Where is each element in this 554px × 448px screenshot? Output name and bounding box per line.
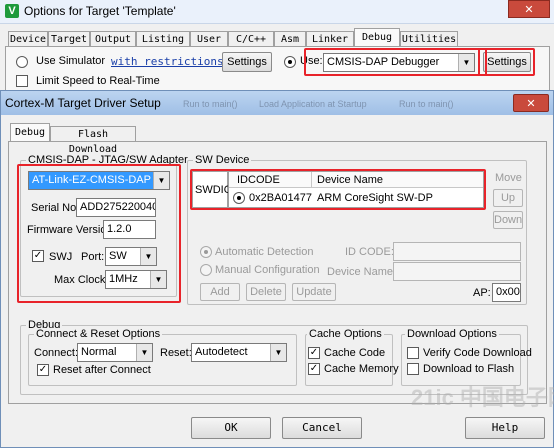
faded-tab-run-to-main: Run to main() [183, 99, 238, 109]
sw-device-group-title: SW Device [193, 154, 252, 166]
close-icon: ✕ [524, 4, 534, 16]
download-to-flash-label: Download to Flash [423, 363, 515, 375]
tab-device[interactable]: Device [8, 31, 48, 46]
move-label: Move [495, 172, 522, 184]
device-name-field[interactable] [393, 262, 521, 281]
limit-speed-checkbox[interactable] [16, 75, 28, 87]
cancel-button[interactable]: Cancel [282, 417, 362, 439]
help-button[interactable]: Help [465, 417, 545, 439]
download-options-group-title: Download Options [405, 328, 499, 340]
inner-titlebar: Cortex-M Target Driver Setup Run to main… [1, 91, 553, 115]
reset-select[interactable]: Autodetect ▼ [191, 343, 287, 362]
tab-asm[interactable]: Asm [274, 31, 306, 46]
inner-tab-debug[interactable]: Debug [10, 123, 50, 142]
tab-c-cpp[interactable]: C/C++ [228, 31, 274, 46]
faded-tab-run-to-main-2: Run to main() [399, 99, 454, 109]
tab-output[interactable]: Output [90, 31, 136, 46]
add-button[interactable]: Add [200, 283, 240, 301]
use-debugger-radio[interactable] [284, 56, 296, 68]
tab-debug[interactable]: Debug [354, 28, 400, 46]
manual-configuration-radio[interactable] [200, 264, 212, 276]
watermark-logo: 21ic 中国电子网 [411, 385, 554, 410]
cache-options-group-title: Cache Options [307, 328, 384, 340]
tab-utilities[interactable]: Utilities [400, 31, 458, 46]
connect-select-value: Normal [81, 346, 117, 358]
with-restrictions-link[interactable]: with restrictions [111, 55, 224, 68]
reset-select-value: Autodetect [195, 346, 248, 358]
adapter-highlight-box [17, 164, 181, 303]
connect-reset-group-title: Connect & Reset Options [34, 328, 163, 340]
connect-select[interactable]: Normal ▼ [77, 343, 153, 362]
reset-after-connect-label: Reset after Connect [53, 364, 151, 376]
tab-listing[interactable]: Listing [136, 31, 190, 46]
limit-speed-label: Limit Speed to Real-Time [36, 75, 160, 87]
cache-code-checkbox[interactable]: ✓ [308, 347, 320, 359]
device-name-label: Device Name: [327, 266, 397, 278]
reset-after-connect-checkbox[interactable]: ✓ [37, 364, 49, 376]
cache-code-label: Cache Code [324, 347, 386, 359]
automatic-detection-radio[interactable] [200, 246, 212, 258]
keil-app-icon: V [5, 4, 19, 18]
inner-window-title: Cortex-M Target Driver Setup [5, 96, 161, 110]
chevron-down-icon: ▼ [270, 344, 286, 361]
outer-tab-strip: Device Target Output Listing User C/C++ … [8, 28, 548, 46]
sw-device-highlight-box [190, 169, 486, 210]
cache-memory-label: Cache Memory [324, 363, 399, 375]
outer-close-button[interactable]: ✕ [508, 0, 550, 18]
outer-window: V Options for Target 'Template' ✕ Device… [0, 0, 554, 100]
download-options-group [401, 334, 521, 386]
manual-configuration-label: Manual Configuration [215, 264, 320, 276]
faded-tab-load-application: Load Application at Startup [259, 99, 367, 109]
id-code-label: ID CODE: [345, 246, 394, 258]
automatic-detection-label: Automatic Detection [215, 246, 314, 258]
chevron-down-icon: ▼ [136, 344, 152, 361]
download-to-flash-checkbox[interactable] [407, 363, 419, 375]
reset-label: Reset: [160, 347, 192, 359]
delete-button[interactable]: Delete [246, 283, 286, 301]
id-code-field[interactable] [393, 242, 521, 261]
inner-window: Cortex-M Target Driver Setup Run to main… [0, 90, 554, 448]
settings-highlight-box [478, 48, 535, 76]
use-simulator-label: Use Simulator [36, 55, 106, 67]
update-button[interactable]: Update [292, 283, 336, 301]
cache-memory-checkbox[interactable]: ✓ [308, 363, 320, 375]
tab-linker[interactable]: Linker [306, 31, 354, 46]
ap-label: AP: [473, 287, 491, 299]
verify-code-download-label: Verify Code Download [423, 347, 532, 359]
use-simulator-radio[interactable] [16, 56, 28, 68]
move-down-button[interactable]: Down [493, 211, 523, 229]
verify-code-download-checkbox[interactable] [407, 347, 419, 359]
connect-label: Connect: [34, 347, 79, 359]
simulator-settings-button[interactable]: Settings [222, 52, 272, 72]
move-up-button[interactable]: Up [493, 189, 523, 207]
ap-field[interactable]: 0x00 [492, 283, 521, 302]
close-icon: ✕ [526, 98, 536, 110]
debugger-highlight-box [304, 48, 487, 76]
tab-target[interactable]: Target [48, 31, 90, 46]
tab-user[interactable]: User [190, 31, 228, 46]
ap-value: 0x00 [496, 286, 520, 298]
ok-button[interactable]: OK [191, 417, 271, 439]
inner-tab-flash-download[interactable]: Flash Download [50, 126, 136, 155]
outer-titlebar: V Options for Target 'Template' ✕ [0, 0, 554, 24]
inner-close-button[interactable]: ✕ [513, 94, 549, 112]
cache-options-group [305, 334, 393, 386]
outer-window-title: Options for Target 'Template' [24, 4, 176, 18]
